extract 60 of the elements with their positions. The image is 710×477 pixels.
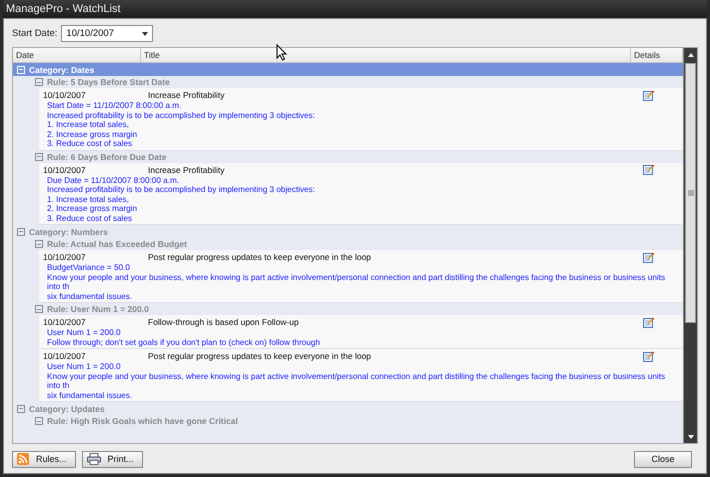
title-cell-text: Increase Profitability xyxy=(147,164,226,174)
detail-line: BudgetVariance = 50.0 xyxy=(47,263,131,272)
detail-line: Increased profitability is to be accomplished by implementing 3 objectives: xyxy=(47,110,316,120)
edit-note-icon[interactable] xyxy=(643,252,654,262)
print-button[interactable]: Print... xyxy=(82,450,143,468)
title-cell-text: Post regular progress updates to keep everyone in the loop xyxy=(147,351,372,361)
date-cell-text: 10/10/2007 xyxy=(42,317,87,327)
title-cell-text: Increase Profitability xyxy=(147,90,226,100)
rule-label: Rule: High Risk Goals which have gone Critical xyxy=(47,416,238,426)
caret-icon xyxy=(142,32,148,36)
watch-item[interactable] xyxy=(39,349,683,402)
detail-line: 3. Reduce cost of sales xyxy=(47,214,134,223)
rule-label: Rule: 6 Days Before Due Date xyxy=(47,152,167,162)
rules-button[interactable]: Rules... xyxy=(12,450,76,468)
date-cell-text: 10/10/2007 xyxy=(42,252,87,262)
detail-line: six fundamental issues. xyxy=(47,390,134,400)
detail-line: 1. Increase total sales, xyxy=(47,120,130,130)
detail-line: Start Date = 11/10/2007 8:00:00 a.m. xyxy=(47,101,182,110)
title-cell-text: Follow-through is based upon Follow-up xyxy=(147,317,300,327)
date-cell-text: 10/10/2007 xyxy=(42,351,87,361)
scrollbar[interactable] xyxy=(683,48,697,443)
scroll-thumb[interactable] xyxy=(685,63,696,323)
detail-line: six fundamental issues. xyxy=(47,292,134,301)
detail-line: User Num 1 = 200.0 xyxy=(47,362,122,372)
date-cell-text: 10/10/2007 xyxy=(42,90,87,100)
window-title: ManagePro - WatchList xyxy=(3,0,707,18)
rss-feed-icon xyxy=(17,453,29,465)
detail-line: User Num 1 = 200.0 xyxy=(47,328,122,338)
rule-label: Rule: 5 Days Before Start Date xyxy=(47,77,170,87)
mouse-cursor-icon xyxy=(276,44,288,61)
detail-line: Due Date = 11/10/2007 8:00:00 a.m. xyxy=(47,176,180,185)
collapse-icon[interactable] xyxy=(35,240,43,248)
edit-note-icon[interactable] xyxy=(643,90,654,100)
printer-icon xyxy=(86,453,101,465)
detail-line: 2. Increase gross margin xyxy=(47,130,138,139)
collapse-icon[interactable] xyxy=(17,228,25,236)
watch-item[interactable] xyxy=(39,162,683,225)
rule-label: Rule: User Num 1 = 200.0 xyxy=(47,304,149,314)
title-cell-text: Post regular progress updates to keep everyone in the loop xyxy=(147,252,372,262)
detail-line: 1. Increase total sales, xyxy=(47,194,130,204)
watch-item[interactable] xyxy=(39,88,683,150)
start-date-dropdown[interactable]: 10/10/2007 xyxy=(61,25,154,42)
collapse-icon[interactable] xyxy=(17,404,25,412)
detail-line: Follow through; don't set goals if you don't plan to (check on) follow through xyxy=(47,338,322,347)
edit-note-icon[interactable] xyxy=(643,350,654,362)
detail-line: 2. Increase gross margin xyxy=(47,204,138,214)
edit-note-icon[interactable] xyxy=(643,316,654,328)
watch-item[interactable]: 10/10/2007 Follow-through is based upon Follow-up User Num 1 = 200.0 Follow through; don't set goals if you don't plan to (check on) follow through xyxy=(39,315,683,349)
edit-note-icon[interactable] xyxy=(643,164,654,175)
collapse-icon[interactable] xyxy=(35,417,43,425)
detail-line: Increased profitability is to be accomplished by implementing 3 objectives: xyxy=(47,185,316,194)
detail-line: 3. Reduce cost of sales xyxy=(47,139,134,148)
date-cell-text: 10/10/2007 xyxy=(42,164,87,174)
collapse-icon[interactable] xyxy=(35,78,43,86)
watch-item[interactable] xyxy=(39,250,683,303)
collapse-icon[interactable] xyxy=(35,152,43,160)
start-date-label: Start Date: xyxy=(12,28,58,39)
rule-label: Rule: Actual has Exceeded Budget xyxy=(47,239,187,249)
collapse-icon[interactable] xyxy=(35,305,43,313)
close-button[interactable]: Close xyxy=(634,450,692,468)
